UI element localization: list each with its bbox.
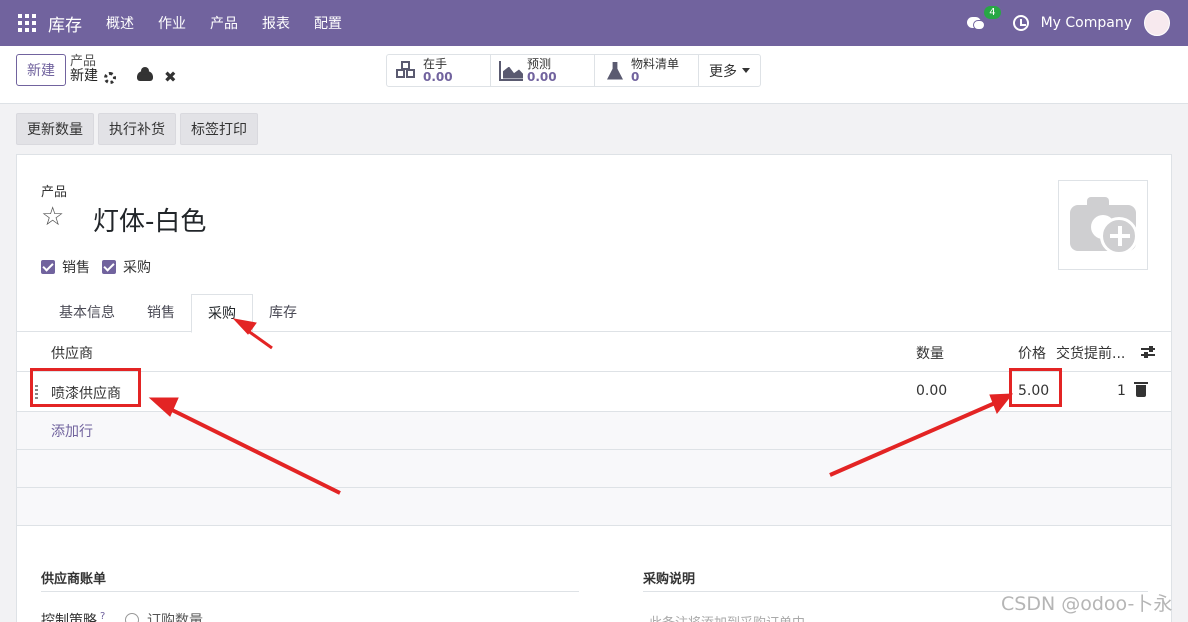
lead-time-cell[interactable]: 1 bbox=[1117, 383, 1126, 399]
vendor-bills-section-title: 供应商账单 bbox=[41, 568, 579, 592]
empty-row bbox=[17, 488, 1171, 526]
vendor-table-header: 供应商 数量 价格 交货提前... bbox=[17, 332, 1171, 372]
stat-bom-value: 0 bbox=[631, 69, 640, 84]
new-button[interactable]: 新建 bbox=[16, 54, 66, 86]
navbar-right: 4 My Company bbox=[966, 6, 1170, 36]
flask-icon bbox=[603, 61, 627, 81]
stat-forecast-value: 0.00 bbox=[527, 69, 557, 84]
stat-forecast-label: 预测 bbox=[527, 56, 552, 71]
breadcrumb: 产品 新建 bbox=[70, 54, 98, 84]
smart-buttons: 在手 0.00 预测 0.00 物料清单 0 更多 bbox=[386, 54, 761, 87]
highlight-price-box bbox=[1009, 368, 1062, 407]
breadcrumb-parent[interactable]: 产品 bbox=[70, 54, 98, 69]
apps-grid-icon[interactable] bbox=[18, 14, 36, 32]
product-image-upload[interactable] bbox=[1058, 180, 1148, 270]
product-options: 销售 采购 bbox=[41, 257, 151, 277]
trash-icon[interactable] bbox=[1134, 382, 1148, 397]
purchase-description-field[interactable]: 此备注将添加到采购订单中 bbox=[649, 612, 805, 622]
gear-icon[interactable] bbox=[104, 72, 116, 84]
control-policy-label-text: 控制策略 bbox=[41, 613, 97, 622]
checkbox-checked-icon bbox=[102, 260, 116, 274]
tab-general-info[interactable]: 基本信息 bbox=[43, 294, 131, 332]
stat-bom[interactable]: 物料清单 0 bbox=[595, 55, 699, 86]
stat-on-hand[interactable]: 在手 0.00 bbox=[387, 55, 491, 86]
col-vendor[interactable]: 供应商 bbox=[51, 343, 93, 363]
can-be-purchased-label: 采购 bbox=[123, 260, 151, 276]
highlight-vendor-box bbox=[30, 368, 141, 407]
can-be-purchased-checkbox[interactable]: 采购 bbox=[102, 257, 151, 277]
app-brand[interactable]: 库存 bbox=[48, 11, 82, 36]
policy-ordered-qty-label: 订购数量 bbox=[147, 613, 203, 622]
watermark: CSDN @odoo-卜永 bbox=[1001, 593, 1173, 615]
can-be-sold-checkbox[interactable]: 销售 bbox=[41, 257, 90, 277]
form-sheet: 产品 ☆ 灯体-白色 销售 采购 基本信息 销售 采购 库存 供应商 数量 价格… bbox=[16, 154, 1172, 622]
add-line-row: 添加行 bbox=[17, 412, 1171, 450]
breadcrumb-current: 新建 bbox=[70, 68, 98, 84]
more-label: 更多 bbox=[709, 63, 737, 80]
menu-reporting[interactable]: 报表 bbox=[250, 13, 302, 33]
user-avatar[interactable] bbox=[1144, 10, 1170, 36]
product-name[interactable]: 灯体-白色 bbox=[93, 201, 206, 238]
policy-ordered-qty-radio[interactable] bbox=[125, 613, 139, 622]
table-row[interactable]: 喷漆供应商 0.00 5.00 1 bbox=[17, 372, 1171, 412]
quantity-cell[interactable]: 0.00 bbox=[916, 383, 947, 399]
action-buttons: 更新数量 执行补货 标签打印 bbox=[16, 113, 258, 145]
notebook-tabs: 基本信息 销售 采购 库存 bbox=[17, 294, 1171, 333]
menu-products[interactable]: 产品 bbox=[198, 13, 250, 33]
control-panel: 新建 产品 新建 ✖ 在手 0.00 预测 0.00 物料清单 0 更多 bbox=[0, 46, 1188, 104]
update-quantity-button[interactable]: 更新数量 bbox=[16, 113, 94, 145]
col-price[interactable]: 价格 bbox=[1018, 343, 1046, 363]
tab-purchase[interactable]: 采购 bbox=[191, 294, 253, 333]
can-be-sold-label: 销售 bbox=[62, 260, 90, 276]
stat-bom-label: 物料清单 bbox=[631, 56, 680, 71]
area-chart-icon bbox=[499, 60, 523, 81]
help-tooltip-icon[interactable]: ? bbox=[100, 611, 105, 622]
col-quantity[interactable]: 数量 bbox=[916, 343, 944, 363]
main-menu: 概述 作业 产品 报表 配置 bbox=[94, 13, 354, 33]
checkbox-checked-icon bbox=[41, 260, 55, 274]
top-navbar: 库存 概述 作业 产品 报表 配置 4 My Company bbox=[0, 0, 1188, 46]
tab-inventory[interactable]: 库存 bbox=[253, 294, 313, 332]
add-line-link[interactable]: 添加行 bbox=[51, 421, 93, 441]
empty-row bbox=[17, 450, 1171, 488]
stat-on-hand-value: 0.00 bbox=[423, 69, 453, 84]
control-policy-label: 控制策略? bbox=[41, 610, 105, 622]
product-label: 产品 bbox=[41, 185, 68, 200]
menu-configuration[interactable]: 配置 bbox=[302, 13, 354, 33]
chat-count-badge: 4 bbox=[984, 6, 1001, 19]
favorite-star-icon[interactable]: ☆ bbox=[41, 203, 64, 231]
chat-icon[interactable]: 4 bbox=[966, 6, 1001, 31]
print-labels-button[interactable]: 标签打印 bbox=[180, 113, 258, 145]
discard-close-icon[interactable]: ✖ bbox=[164, 68, 177, 86]
col-lead-time[interactable]: 交货提前... bbox=[1056, 343, 1125, 363]
activity-clock-icon[interactable] bbox=[1012, 15, 1029, 31]
replenish-button[interactable]: 执行补货 bbox=[98, 113, 176, 145]
add-image-plus-icon bbox=[1100, 217, 1138, 255]
more-dropdown[interactable]: 更多 bbox=[699, 55, 760, 86]
stat-forecast[interactable]: 预测 0.00 bbox=[491, 55, 595, 86]
save-cloud-icon[interactable] bbox=[137, 67, 153, 81]
menu-operations[interactable]: 作业 bbox=[146, 13, 198, 33]
menu-overview[interactable]: 概述 bbox=[94, 13, 146, 33]
cubes-icon bbox=[395, 60, 419, 81]
optional-columns-sliders-icon[interactable] bbox=[1141, 346, 1155, 358]
stat-on-hand-label: 在手 bbox=[423, 56, 448, 71]
tab-sales[interactable]: 销售 bbox=[131, 294, 191, 332]
caret-down-icon bbox=[742, 68, 750, 73]
company-switcher[interactable]: My Company bbox=[1041, 15, 1132, 31]
